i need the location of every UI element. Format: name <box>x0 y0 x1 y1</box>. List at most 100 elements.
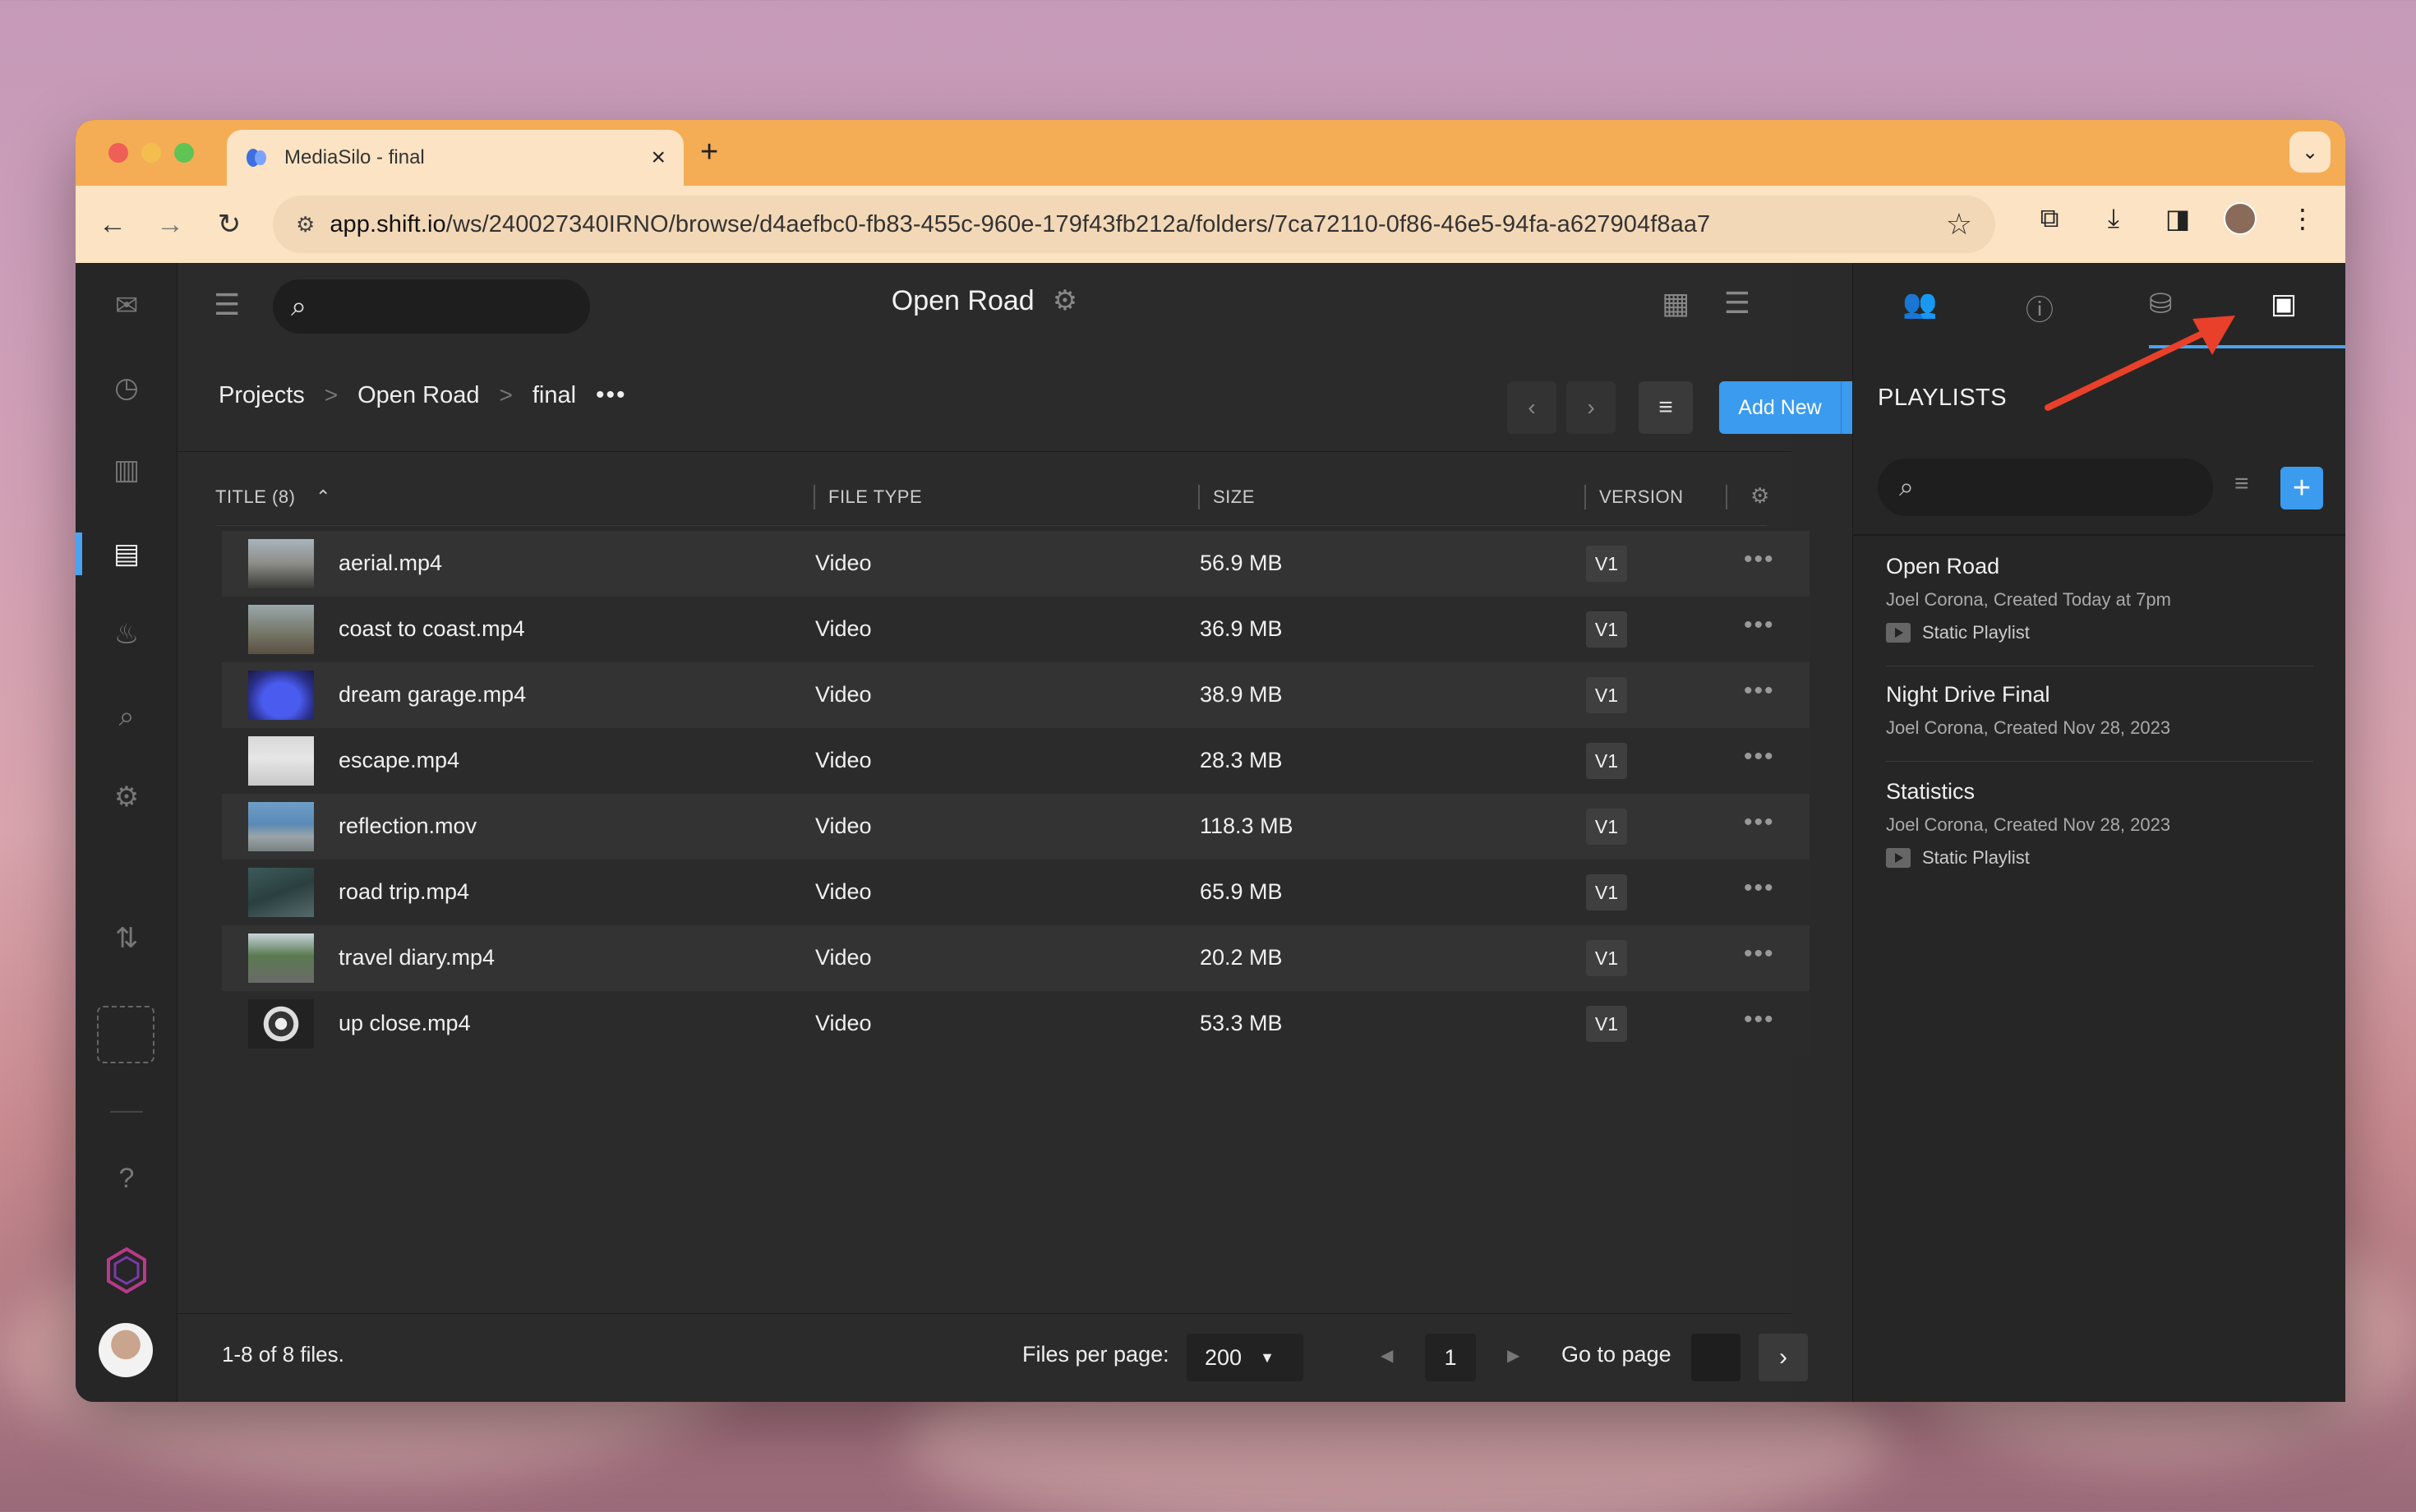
add-playlist-button[interactable]: + <box>2280 467 2323 509</box>
version-badge[interactable]: V1 <box>1586 677 1627 713</box>
file-name[interactable]: road trip.mp4 <box>339 879 469 905</box>
column-divider[interactable] <box>1584 485 1586 509</box>
playlist-item[interactable]: Night Drive Final Joel Corona, Created N… <box>1886 682 2330 739</box>
column-divider[interactable] <box>1198 485 1200 509</box>
site-settings-icon[interactable]: ⚙ <box>296 212 315 237</box>
chart-icon[interactable]: ▥ <box>76 445 178 495</box>
row-more-icon[interactable]: ••• <box>1744 809 1775 837</box>
pagination-footer: 1-8 of 8 files. Files per page: 200 ▼ ◀ … <box>178 1313 1808 1402</box>
playlist-item[interactable]: Statistics Joel Corona, Created Nov 28, … <box>1886 779 2330 869</box>
row-more-icon[interactable]: ••• <box>1744 940 1775 968</box>
playlist-icon[interactable]: ▣ <box>2271 288 2297 320</box>
row-more-icon[interactable]: ••• <box>1744 546 1775 574</box>
file-name[interactable]: reflection.mov <box>339 814 477 839</box>
column-settings-icon[interactable]: ⚙ <box>1750 483 1770 509</box>
profile-avatar[interactable] <box>2224 202 2257 235</box>
column-size[interactable]: SIZE <box>1213 486 1255 508</box>
version-badge[interactable]: V1 <box>1586 1006 1627 1042</box>
row-more-icon[interactable]: ••• <box>1744 1006 1775 1034</box>
table-row[interactable]: reflection.mov Video 118.3 MB V1 ••• <box>222 794 1810 860</box>
shift-logo-icon[interactable] <box>102 1246 151 1295</box>
table-row[interactable]: dream garage.mp4 Video 38.9 MB V1 ••• <box>222 662 1810 728</box>
table-row[interactable]: escape.mp4 Video 28.3 MB V1 ••• <box>222 728 1810 794</box>
tab-search-button[interactable]: ⌄ <box>2289 131 2331 173</box>
folder-more-icon[interactable]: ••• <box>596 381 627 409</box>
browser-tab-active[interactable]: MediaSilo - final × <box>227 130 684 186</box>
sort-ascending-icon[interactable]: ⌃ <box>316 486 331 507</box>
table-row[interactable]: aerial.mp4 Video 56.9 MB V1 ••• <box>222 531 1810 597</box>
goto-page-button[interactable]: › <box>1759 1334 1808 1381</box>
breadcrumb-final[interactable]: final <box>533 382 576 409</box>
version-badge[interactable]: V1 <box>1586 940 1627 976</box>
minimize-window-button[interactable] <box>141 143 161 163</box>
user-avatar[interactable] <box>99 1323 153 1377</box>
transfer-icon[interactable]: ⇅ <box>76 914 178 963</box>
users-icon[interactable]: 👥 <box>1902 288 1937 320</box>
bookmark-star-icon[interactable]: ☆ <box>1946 207 1972 242</box>
version-badge[interactable]: V1 <box>1586 611 1627 648</box>
file-name[interactable]: aerial.mp4 <box>339 551 442 576</box>
library-icon[interactable]: ▤ <box>76 529 178 579</box>
playlist-search-input[interactable]: ⌕ <box>1878 459 2213 516</box>
file-name[interactable]: travel diary.mp4 <box>339 945 495 970</box>
column-divider[interactable] <box>814 485 815 509</box>
project-settings-icon[interactable]: ⚙ <box>1053 284 1077 317</box>
drop-zone[interactable] <box>97 1006 154 1063</box>
goto-page-input[interactable] <box>1691 1334 1741 1381</box>
table-row[interactable]: travel diary.mp4 Video 20.2 MB V1 ••• <box>222 925 1810 991</box>
toggle-panel-icon[interactable]: ☰ <box>1724 286 1750 320</box>
playlist-type-label: Static Playlist <box>1922 847 2030 868</box>
per-page-select[interactable]: 200 ▼ <box>1187 1334 1303 1381</box>
browser-menu-icon[interactable]: ⋮ <box>2285 201 2321 237</box>
gear-icon[interactable]: ⚙ <box>76 772 178 822</box>
previous-button[interactable]: ‹ <box>1507 381 1556 434</box>
close-window-button[interactable] <box>108 143 128 163</box>
tab-close-icon[interactable]: × <box>651 144 666 172</box>
next-button[interactable]: › <box>1566 381 1616 434</box>
search-icon[interactable]: ⌕ <box>76 692 178 741</box>
forward-button[interactable]: → <box>148 202 192 247</box>
table-row[interactable]: up close.mp4 Video 53.3 MB V1 ••• <box>222 991 1810 1057</box>
breadcrumb-open-road[interactable]: Open Road <box>357 382 479 409</box>
prev-page-icon[interactable]: ◀ <box>1381 1345 1393 1366</box>
file-name[interactable]: up close.mp4 <box>339 1011 471 1036</box>
playlist-item[interactable]: Open Road Joel Corona, Created Today at … <box>1886 554 2330 643</box>
column-version[interactable]: VERSION <box>1599 486 1684 508</box>
row-more-icon[interactable]: ••• <box>1744 874 1775 902</box>
file-name[interactable]: escape.mp4 <box>339 748 459 773</box>
column-title[interactable]: TITLE (8) ⌃ <box>215 486 331 508</box>
grid-view-icon[interactable]: ▦ <box>1662 286 1690 320</box>
next-page-icon[interactable]: ▶ <box>1507 1345 1519 1366</box>
add-new-button[interactable]: Add New <box>1719 381 1841 434</box>
new-tab-button[interactable]: + <box>700 135 718 170</box>
row-more-icon[interactable]: ••• <box>1744 743 1775 771</box>
address-bar[interactable]: ⚙ app.shift.io/ws/240027340IRNO/browse/d… <box>273 196 1995 253</box>
file-name[interactable]: coast to coast.mp4 <box>339 616 525 642</box>
maximize-window-button[interactable] <box>174 143 194 163</box>
fire-icon[interactable]: ♨ <box>76 610 178 659</box>
breadcrumb-projects[interactable]: Projects <box>219 382 305 409</box>
version-badge[interactable]: V1 <box>1586 743 1627 779</box>
row-more-icon[interactable]: ••• <box>1744 677 1775 705</box>
playlist-filter-icon[interactable]: ≡ <box>2234 470 2249 498</box>
sidebar-toggle-icon[interactable]: ◨ <box>2160 201 2196 237</box>
help-icon[interactable]: ? <box>76 1154 178 1203</box>
download-icon[interactable]: ⤓ <box>2096 201 2132 237</box>
inbox-icon[interactable]: ✉ <box>76 281 178 330</box>
file-name[interactable]: dream garage.mp4 <box>339 682 526 708</box>
version-badge[interactable]: V1 <box>1586 546 1627 582</box>
column-file-type[interactable]: FILE TYPE <box>828 486 922 508</box>
table-row[interactable]: road trip.mp4 Video 65.9 MB V1 ••• <box>222 860 1810 925</box>
version-badge[interactable]: V1 <box>1586 809 1627 845</box>
current-page[interactable]: 1 <box>1425 1334 1476 1381</box>
divider <box>1853 534 2345 536</box>
table-row[interactable]: coast to coast.mp4 Video 36.9 MB V1 ••• <box>222 597 1810 662</box>
row-more-icon[interactable]: ••• <box>1744 611 1775 639</box>
filter-button[interactable]: ≡ <box>1639 381 1693 434</box>
extensions-icon[interactable]: ⧉ <box>2031 201 2068 237</box>
back-button[interactable]: ← <box>90 202 135 247</box>
clock-icon[interactable]: ◷ <box>76 363 178 413</box>
reload-button[interactable]: ↻ <box>207 202 251 247</box>
url-text[interactable]: app.shift.io/ws/240027340IRNO/browse/d4a… <box>330 211 1945 238</box>
version-badge[interactable]: V1 <box>1586 874 1627 910</box>
